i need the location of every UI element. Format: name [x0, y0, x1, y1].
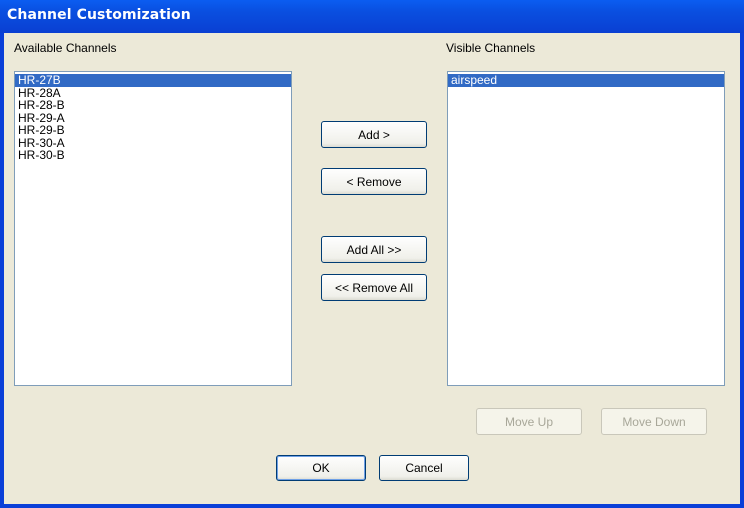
list-item[interactable]: HR-27B: [15, 74, 291, 87]
available-channels-list[interactable]: HR-27B HR-28A HR-28-B HR-29-A HR-29-B HR-30-A…: [14, 71, 292, 386]
add-button[interactable]: Add >: [321, 121, 427, 148]
list-item[interactable]: airspeed: [448, 74, 724, 87]
dialog-client-area: Available Channels HR-27B HR-28A HR-28-B HR…: [4, 33, 740, 504]
available-channels-label: Available Channels: [14, 41, 117, 55]
add-all-button[interactable]: Add All >>: [321, 236, 427, 263]
list-item[interactable]: HR-30-B: [15, 149, 291, 162]
cancel-button[interactable]: Cancel: [379, 455, 469, 481]
window-title: Channel Customization: [7, 7, 191, 23]
title-bar[interactable]: Channel Customization: [0, 0, 744, 33]
channel-customization-dialog: Channel Customization Available Channels…: [0, 0, 744, 508]
list-item[interactable]: HR-28-B: [15, 99, 291, 112]
remove-all-button[interactable]: << Remove All: [321, 274, 427, 301]
move-down-button[interactable]: Move Down: [601, 408, 707, 435]
visible-channels-label: Visible Channels: [446, 41, 536, 55]
list-item[interactable]: HR-29-B: [15, 124, 291, 137]
visible-channels-list[interactable]: airspeed: [447, 71, 725, 386]
remove-button[interactable]: < Remove: [321, 168, 427, 195]
move-up-button[interactable]: Move Up: [476, 408, 582, 435]
ok-button[interactable]: OK: [276, 455, 366, 481]
